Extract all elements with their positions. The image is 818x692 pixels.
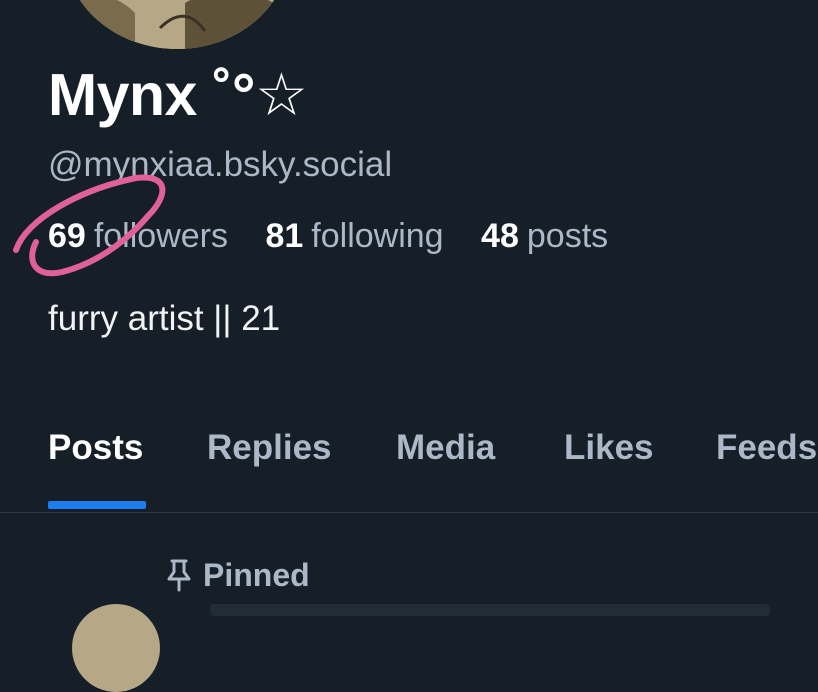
tab-likes[interactable]: Likes: [564, 430, 654, 465]
tab-posts[interactable]: Posts: [48, 430, 143, 465]
tab-replies[interactable]: Replies: [207, 430, 332, 465]
pin-icon: [165, 558, 193, 597]
pinned-header: Pinned: [165, 558, 310, 597]
following-count: 81: [265, 217, 304, 255]
following-label: following: [311, 217, 444, 255]
followers-count: 69: [48, 217, 86, 255]
followers-stat[interactable]: 69 followers: [48, 219, 228, 253]
profile-bio: furry artist || 21: [48, 299, 281, 338]
pinned-label: Pinned: [203, 556, 310, 593]
followers-label: followers: [93, 217, 228, 255]
profile-handle[interactable]: @mynxiaa.bsky.social: [48, 147, 392, 182]
profile-tabs: Posts Replies Media Likes Feeds: [0, 410, 818, 513]
profile-stats: 69 followers 81 following 48 posts: [48, 219, 636, 253]
following-stat[interactable]: 81 following: [265, 219, 443, 253]
profile-display-name: Mynx ˚°☆: [48, 62, 308, 128]
active-tab-indicator: [48, 501, 146, 509]
posts-count: 48: [481, 217, 519, 255]
tab-media[interactable]: Media: [396, 430, 495, 465]
post-preview[interactable]: [210, 604, 770, 616]
posts-stat: 48 posts: [481, 219, 608, 253]
profile-avatar[interactable]: [62, 0, 292, 52]
tab-feeds[interactable]: Feeds: [716, 430, 817, 465]
posts-label: posts: [526, 217, 609, 255]
post-author-avatar[interactable]: [72, 604, 160, 692]
